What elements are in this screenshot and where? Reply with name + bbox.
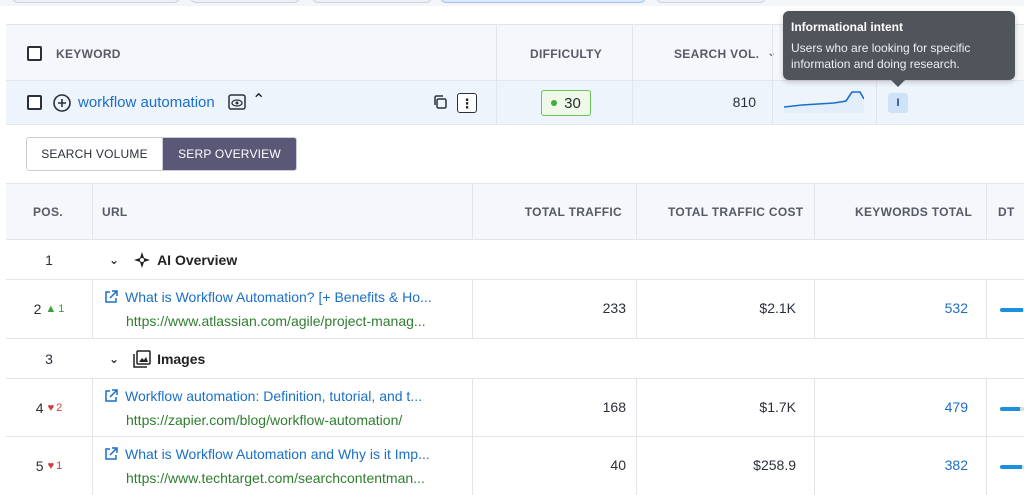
header-search-volume[interactable]: SEARCH VOL. ⌄	[674, 25, 776, 82]
serp-feature-row[interactable]: 1 ⌄ AI Overview	[6, 240, 1024, 280]
keywords-total-link[interactable]: 532	[886, 300, 968, 316]
expand-chevron-icon[interactable]: ⌄	[109, 253, 119, 267]
total-traffic-value: 168	[602, 399, 626, 415]
position-change: 1	[58, 303, 65, 315]
filter-pill[interactable]	[440, 0, 646, 3]
position-value: 3	[45, 350, 53, 367]
filter-pill[interactable]	[190, 0, 300, 3]
keyword-row[interactable]: workflow automation ⌃ ⋮ 30 810 I	[6, 81, 1024, 125]
result-title-link[interactable]: What is Workflow Automation? [+ Benefits…	[104, 289, 432, 305]
result-url[interactable]: https://zapier.com/blog/workflow-automat…	[126, 412, 402, 428]
intent-tooltip: Informational intent Users who are looki…	[783, 11, 1015, 87]
tooltip-body: Users who are looking for specific infor…	[791, 41, 971, 71]
result-title: What is Workflow Automation and Why is i…	[125, 446, 430, 462]
header-keywords-total[interactable]: KEYWORDS TOTAL	[855, 184, 972, 240]
serp-preview-icon[interactable]	[228, 94, 246, 115]
difficulty-badge: 30	[541, 90, 591, 116]
serp-table-header: POS. URL TOTAL TRAFFIC TOTAL TRAFFIC COS…	[6, 183, 1024, 240]
external-link-icon[interactable]	[104, 447, 118, 461]
select-all-checkbox[interactable]	[27, 25, 42, 82]
header-url[interactable]: URL	[102, 184, 128, 240]
position-down-icon: ♥	[47, 401, 55, 414]
tooltip-title: Informational intent	[791, 20, 903, 34]
copy-icon[interactable]	[432, 94, 448, 115]
collapse-chevron-icon[interactable]: ⌃	[252, 90, 265, 110]
header-search-volume-label: SEARCH VOL.	[674, 46, 760, 61]
more-options-button[interactable]: ⋮	[457, 93, 477, 113]
position-value: 5	[35, 457, 44, 474]
ai-overview-icon	[133, 251, 151, 269]
position-value: 2	[33, 301, 42, 317]
add-keyword-icon[interactable]	[52, 93, 72, 118]
total-traffic-cost-value: $2.1K	[759, 300, 796, 316]
keywords-total-link[interactable]: 479	[886, 399, 968, 415]
keyword-link[interactable]: workflow automation	[78, 94, 215, 111]
position-change: 1	[56, 459, 63, 472]
position-up-icon: ▲	[45, 303, 57, 315]
header-total-traffic[interactable]: TOTAL TRAFFIC	[472, 184, 622, 240]
serp-url-row[interactable]: 2 ▲ 1 What is Workflow Automation? [+ Be…	[6, 280, 1024, 339]
expand-chevron-icon[interactable]: ⌄	[109, 352, 119, 366]
result-title-link[interactable]: What is Workflow Automation and Why is i…	[104, 446, 430, 462]
tab-serp-overview[interactable]: SERP OVERVIEW	[163, 138, 296, 170]
intent-badge[interactable]: I	[888, 93, 908, 113]
dt-bar-fill	[1000, 465, 1022, 469]
difficulty-value: 30	[564, 94, 581, 112]
position-change: 2	[56, 401, 63, 414]
header-keyword[interactable]: KEYWORD	[56, 25, 121, 82]
panel-tabs: SEARCH VOLUME SERP OVERVIEW	[26, 137, 297, 171]
position-value: 4	[35, 399, 44, 416]
position-down-icon: ♥	[47, 459, 55, 472]
serp-url-row[interactable]: 5 ♥ 1 What is Workflow Automation and Wh…	[6, 437, 1024, 495]
tab-search-volume[interactable]: SEARCH VOLUME	[27, 138, 163, 170]
position-cell: 2 ▲ 1	[6, 280, 92, 338]
serp-panel: SEARCH VOLUME SERP OVERVIEW POS. URL TOT…	[6, 125, 1024, 495]
result-url[interactable]: https://www.atlassian.com/agile/project-…	[126, 313, 426, 329]
external-link-icon[interactable]	[104, 389, 118, 403]
header-total-traffic-cost[interactable]: TOTAL TRAFFIC COST	[668, 184, 803, 240]
images-icon	[133, 350, 151, 368]
result-title: What is Workflow Automation? [+ Benefits…	[125, 289, 432, 305]
serp-feature-row[interactable]: 3 ⌄ Images	[6, 339, 1024, 379]
result-title-link[interactable]: Workflow automation: Definition, tutoria…	[104, 388, 422, 404]
top-filter-strip	[0, 0, 1024, 6]
dt-bar-fill	[1000, 308, 1023, 312]
dt-bar	[1000, 407, 1024, 411]
row-checkbox[interactable]	[27, 95, 42, 115]
sparkline-icon	[783, 89, 865, 118]
position-value: 1	[45, 251, 53, 268]
filter-pill[interactable]	[312, 0, 432, 3]
filter-pill[interactable]	[12, 0, 180, 3]
header-dt[interactable]: DT	[998, 184, 1015, 240]
serp-url-row[interactable]: 4 ♥ 2 Workflow automation: Definition, t…	[6, 379, 1024, 437]
total-traffic-cost-value: $258.9	[753, 457, 796, 473]
search-volume-value: 810	[732, 94, 756, 110]
header-difficulty[interactable]: DIFFICULTY	[530, 25, 602, 82]
total-traffic-value: 40	[610, 457, 626, 473]
result-title: Workflow automation: Definition, tutoria…	[125, 388, 422, 404]
serp-feature-ai-overview[interactable]: ⌄ AI Overview	[109, 251, 237, 269]
dt-bar	[1000, 308, 1024, 312]
result-url[interactable]: https://www.techtarget.com/searchcontent…	[126, 470, 425, 486]
serp-feature-label: Images	[157, 351, 206, 367]
keywords-total-link[interactable]: 382	[886, 457, 968, 473]
external-link-icon[interactable]	[104, 290, 118, 304]
total-traffic-value: 233	[602, 300, 626, 316]
position-cell: 4 ♥ 2	[6, 379, 92, 436]
dt-bar-fill	[1000, 407, 1021, 411]
header-pos[interactable]: POS.	[33, 184, 63, 240]
position-cell: 5 ♥ 1	[6, 437, 92, 494]
serp-feature-label: AI Overview	[157, 252, 238, 268]
dt-bar	[1000, 465, 1024, 469]
serp-feature-images[interactable]: ⌄ Images	[109, 350, 205, 368]
total-traffic-cost-value: $1.7K	[759, 399, 796, 415]
difficulty-dot-icon	[551, 100, 558, 106]
filter-pill[interactable]	[656, 0, 766, 3]
